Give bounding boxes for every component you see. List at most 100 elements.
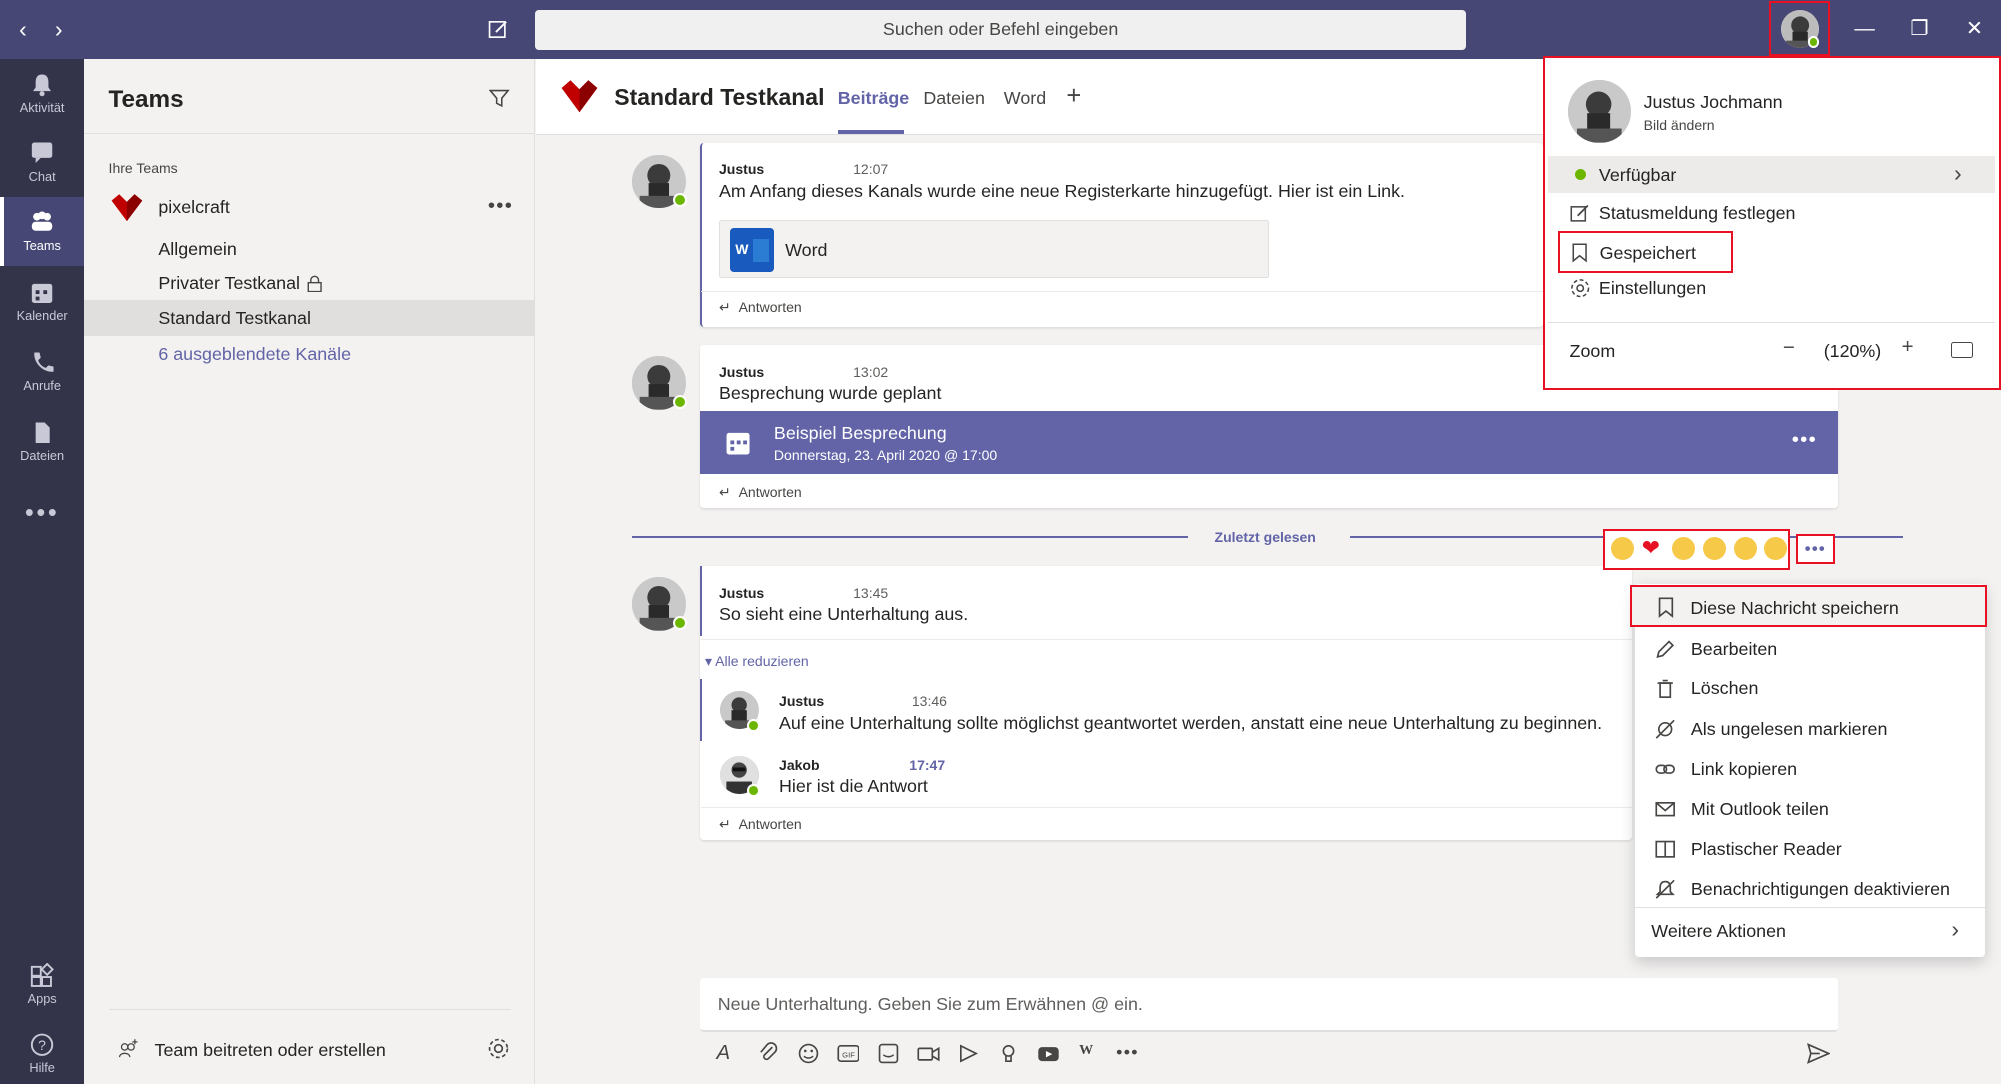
tab-word[interactable]: Word (1004, 88, 1046, 109)
channel-privater-testkanal[interactable]: Privater Testkanal (158, 273, 300, 294)
meeting-card[interactable]: Beispiel Besprechung Donnerstag, 23. Apr… (699, 411, 1838, 474)
minimize-icon[interactable]: — (1845, 10, 1883, 48)
filter-icon[interactable] (488, 88, 510, 108)
stream-icon[interactable] (957, 1042, 983, 1068)
divider (701, 638, 1633, 640)
menu-item-delete[interactable]: Löschen (1655, 678, 2001, 716)
status-row[interactable]: Verfügbar › (1547, 155, 1995, 193)
like-reaction-icon[interactable] (1611, 537, 1635, 561)
zoom-out-button[interactable]: − (1783, 337, 1795, 360)
join-team-icon[interactable] (117, 1038, 140, 1061)
menu-item-saved[interactable]: Gespeichert (1558, 231, 1733, 274)
gif-icon[interactable]: GIF (836, 1042, 863, 1068)
forward-arrow-icon[interactable]: › (46, 15, 72, 43)
rail-item-chat[interactable]: Chat (0, 128, 84, 197)
channel-allgemein[interactable]: Allgemein (158, 239, 236, 260)
menu-item-immersive-reader[interactable]: Plastischer Reader (1655, 839, 2001, 877)
menu-item-more-actions[interactable]: Weitere Aktionen › (1635, 908, 1985, 954)
message-author: Justus (719, 584, 765, 601)
divider (108, 1008, 511, 1011)
help-icon: ? (30, 1033, 54, 1056)
channel-standard-testkanal[interactable]: Standard Testkanal (158, 308, 311, 329)
message-time: 13:02 (853, 363, 889, 380)
message-more-icon[interactable]: ••• (1795, 533, 1836, 565)
format-icon[interactable]: A (716, 1042, 742, 1068)
back-arrow-icon[interactable]: ‹ (10, 15, 36, 43)
add-tab-icon[interactable]: + (1066, 82, 1081, 111)
edit-status-icon (1570, 204, 1589, 222)
zoom-value: (120%) (1823, 340, 1882, 361)
tab-beitraege[interactable]: Beiträge (838, 88, 909, 109)
reply-button[interactable]: ↵ Antworten (719, 484, 802, 501)
send-icon[interactable] (1807, 1042, 1833, 1068)
rail-item-help[interactable]: ? Hilfe (0, 1019, 84, 1084)
rail-item-files[interactable]: Dateien (0, 407, 84, 476)
menu-item-share-outlook[interactable]: Mit Outlook teilen (1655, 799, 2001, 837)
menu-item-mark-unread[interactable]: Als ungelesen markieren (1655, 719, 2001, 757)
menu-item-edit[interactable]: Bearbeiten (1655, 639, 2001, 677)
sad-reaction-icon[interactable] (1733, 537, 1757, 561)
calendar-icon (724, 429, 752, 457)
close-icon[interactable]: ✕ (1955, 10, 1993, 48)
emoji-icon[interactable] (797, 1042, 823, 1068)
phone-icon (34, 352, 54, 372)
hidden-channels-link[interactable]: 6 ausgeblendete Kanäle (158, 344, 351, 365)
surprised-reaction-icon[interactable] (1703, 537, 1727, 561)
more-options-icon[interactable]: ••• (1116, 1042, 1142, 1068)
menu-item-save-message[interactable]: Diese Nachricht speichern (1629, 584, 1988, 628)
reply-author: Justus (779, 693, 825, 710)
more-apps-icon[interactable]: ••• (0, 499, 84, 528)
chevron-right-icon: › (1953, 159, 1962, 186)
reply-text: Auf eine Unterhaltung sollte möglichst g… (779, 712, 1603, 733)
reply-button[interactable]: ↵ Antworten (719, 299, 802, 316)
laugh-reaction-icon[interactable] (1672, 537, 1696, 561)
team-more-icon[interactable]: ••• (488, 195, 513, 218)
fullscreen-icon[interactable] (1951, 342, 1974, 358)
attach-icon[interactable] (757, 1042, 783, 1068)
join-team-link[interactable]: Team beitreten oder erstellen (155, 1040, 386, 1061)
meet-now-icon[interactable] (917, 1042, 943, 1068)
reply-time: 17:47 (909, 757, 946, 774)
restore-icon[interactable]: ❐ (1900, 10, 1938, 48)
angry-reaction-icon[interactable] (1764, 537, 1788, 561)
rail-item-calendar[interactable]: Kalender (0, 267, 84, 336)
tab-dateien[interactable]: Dateien (923, 88, 985, 109)
menu-item-copy-link[interactable]: Link kopieren (1655, 759, 2001, 797)
status-available-icon (747, 719, 760, 732)
profile-avatar-button[interactable] (1768, 1, 1831, 57)
rail-item-calls[interactable]: Anrufe (0, 337, 84, 406)
rail-item-apps[interactable]: Apps (0, 950, 84, 1019)
heart-reaction-icon[interactable]: ❤ (1642, 535, 1660, 561)
rail-item-teams[interactable]: Teams (0, 196, 85, 266)
status-available-icon (747, 784, 760, 797)
menu-item-set-status-message[interactable]: Statusmeldung festlegen (1570, 202, 1953, 233)
compose-input[interactable]: Neue Unterhaltung. Geben Sie zum Erwähne… (699, 978, 1838, 1032)
change-picture-link[interactable]: Bild ändern (1644, 117, 1715, 133)
reply-button[interactable]: ↵ Antworten (719, 816, 802, 833)
bell-off-icon (1655, 879, 1675, 899)
search-input[interactable]: Suchen oder Befehl eingeben (535, 10, 1467, 50)
active-tab-indicator (837, 130, 905, 135)
avatar[interactable] (1568, 80, 1631, 144)
team-name[interactable]: pixelcraft (158, 197, 229, 218)
collapse-all-link[interactable]: ▾ Alle reduzieren (705, 653, 809, 670)
pencil-icon (1656, 639, 1675, 658)
zoom-in-button[interactable]: + (1902, 336, 1914, 359)
status-available-icon (1574, 168, 1587, 181)
menu-item-settings[interactable]: Einstellungen (1570, 277, 1953, 308)
compose-icon[interactable] (487, 18, 510, 41)
praise-icon[interactable] (997, 1042, 1023, 1068)
chevron-right-icon: › (1951, 915, 1960, 942)
sticker-icon[interactable] (877, 1042, 903, 1068)
divider (84, 132, 536, 135)
rail-item-activity[interactable]: Aktivität (0, 59, 84, 128)
meeting-more-icon[interactable]: ••• (1792, 429, 1817, 452)
wikipedia-icon[interactable]: W (1079, 1042, 1105, 1068)
attachment-card[interactable]: W Word (719, 219, 1270, 279)
mail-icon (1655, 802, 1676, 817)
youtube-icon[interactable] (1037, 1042, 1063, 1068)
gear-icon[interactable] (487, 1037, 510, 1060)
divider (632, 536, 1188, 538)
status-available-icon (673, 615, 688, 630)
profile-name: Justus Jochmann (1643, 91, 1783, 112)
